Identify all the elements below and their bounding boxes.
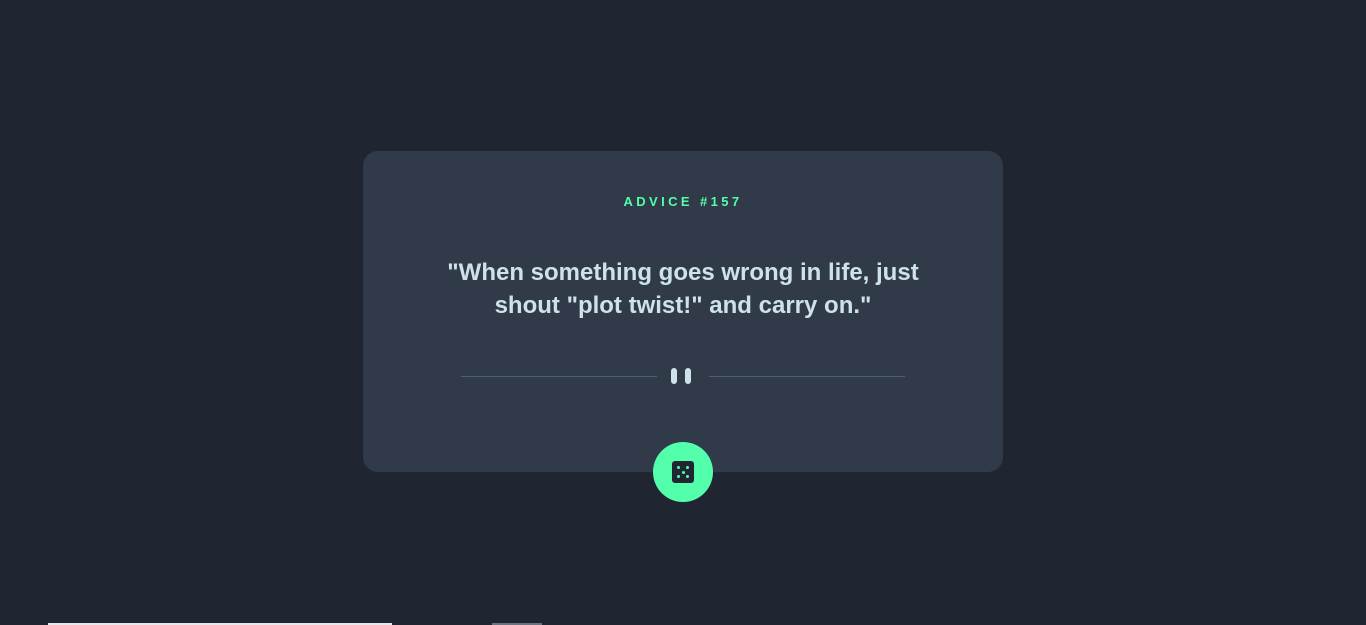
divider-line-right <box>709 376 905 377</box>
pause-icon <box>671 368 693 384</box>
advice-quote: "When something goes wrong in life, just… <box>447 259 919 319</box>
dice-icon <box>672 461 694 483</box>
pause-bar-right <box>685 368 691 384</box>
page: ADVICE #157 "When something goes wrong i… <box>0 0 1366 625</box>
new-advice-button[interactable] <box>653 442 713 502</box>
advice-card: ADVICE #157 "When something goes wrong i… <box>363 151 1003 472</box>
advice-id: ADVICE #157 <box>623 194 743 209</box>
divider-line-left <box>461 376 657 377</box>
divider <box>461 367 905 385</box>
pause-bar-left <box>671 368 677 384</box>
